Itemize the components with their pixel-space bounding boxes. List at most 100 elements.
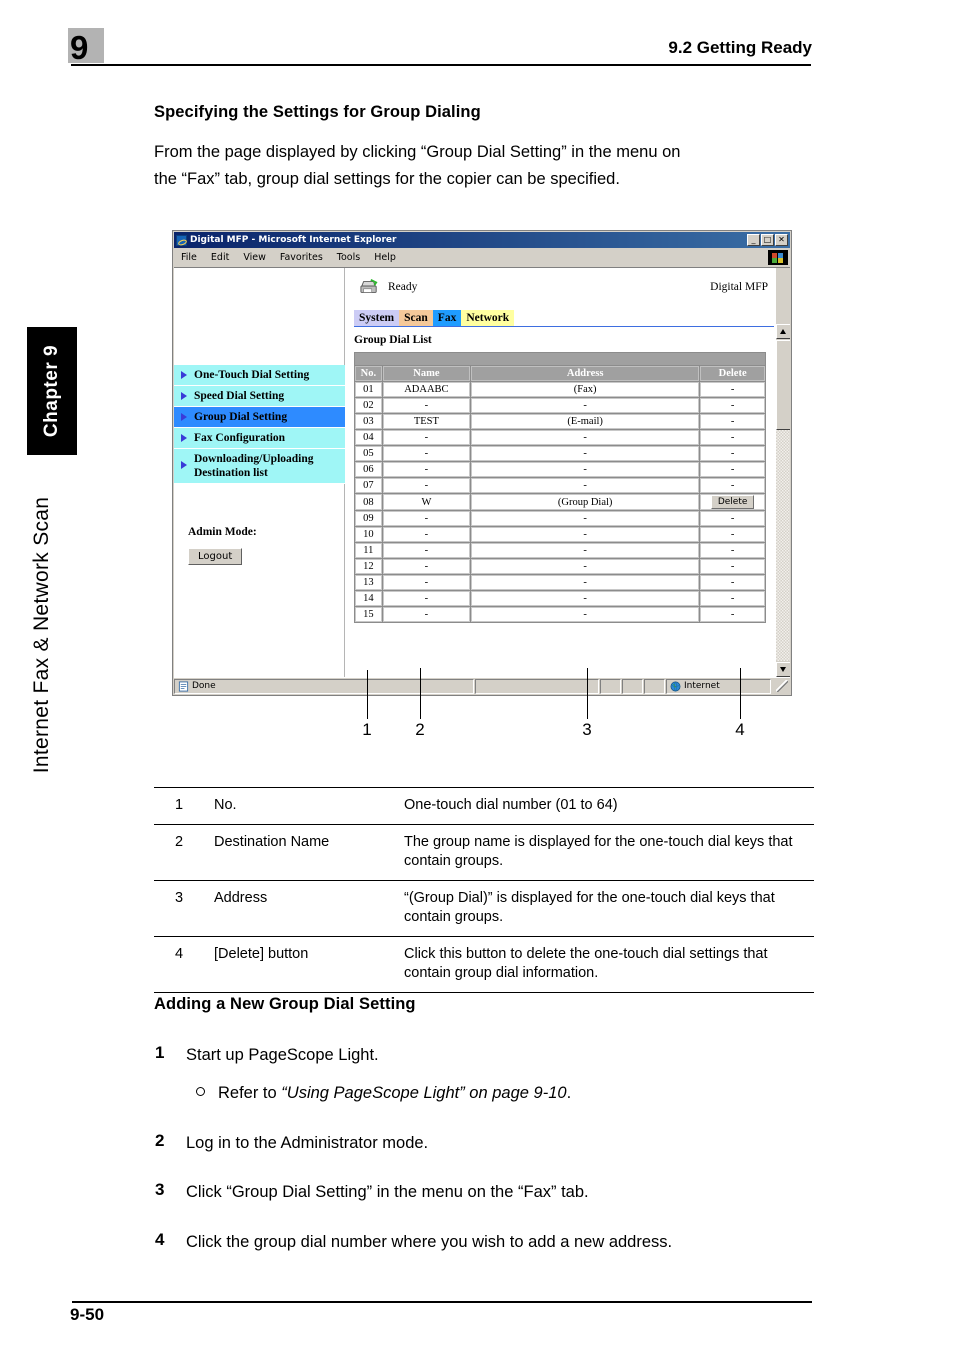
scroll-down-button[interactable] [776, 662, 790, 677]
browser-content-area: One-Touch Dial Setting Speed Dial Settin… [174, 267, 790, 678]
menu-item-favorites[interactable]: Favorites [273, 252, 330, 263]
cell-name[interactable]: - [382, 478, 471, 493]
scrollbar-track[interactable] [776, 340, 790, 661]
cell-delete: - [700, 414, 765, 429]
close-button[interactable]: ✕ [775, 234, 788, 246]
cell-name[interactable]: - [382, 543, 471, 558]
cell-name[interactable]: ADAABC [382, 382, 471, 397]
legend-term: Destination Name [204, 824, 394, 881]
cell-name[interactable]: - [382, 511, 471, 526]
legend-row: 1 No. One-touch dial number (01 to 64) [154, 787, 814, 825]
cell-name[interactable]: - [382, 575, 471, 590]
cell-delete: - [700, 478, 765, 493]
table-row[interactable]: 01 ADAABC (Fax) - [355, 382, 765, 397]
cell-delete: - [700, 462, 765, 477]
status-blank-4 [644, 678, 665, 694]
cell-no: 13 [355, 575, 382, 590]
scrollbar-thumb[interactable] [776, 340, 790, 430]
cell-no: 08 [355, 494, 382, 510]
table-row[interactable]: 08 W (Group Dial) Delete [355, 494, 765, 510]
tab-fax[interactable]: Fax [432, 310, 462, 326]
table-row[interactable]: 02 - - - [355, 398, 765, 413]
cell-delete: - [700, 591, 765, 606]
vertical-scrollbar[interactable] [775, 268, 790, 678]
cell-name[interactable]: - [382, 446, 471, 461]
table-row[interactable]: 15 - - - [355, 607, 765, 622]
tab-underline [354, 326, 774, 327]
cell-address: (Fax) [471, 382, 700, 397]
table-row[interactable]: 05 - - - [355, 446, 765, 461]
device-name-text: Digital MFP [710, 281, 768, 293]
cell-name[interactable]: - [382, 607, 471, 622]
web-main-panel: Ready Digital MFP System Scan Fax Networ… [346, 268, 790, 678]
cell-no: 15 [355, 607, 382, 622]
table-row[interactable]: 03 TEST (E-mail) - [355, 414, 765, 429]
cell-name[interactable]: - [382, 527, 471, 542]
status-security-zone[interactable]: Internet [666, 678, 771, 694]
cell-name[interactable]: TEST [382, 414, 471, 429]
menu-item-view[interactable]: View [236, 252, 273, 263]
menu-item-tools[interactable]: Tools [330, 252, 367, 263]
logout-button[interactable]: Logout [188, 548, 243, 565]
menu-item-file[interactable]: File [174, 252, 204, 263]
scroll-up-button[interactable] [776, 324, 790, 339]
column-header-delete: Delete [700, 366, 765, 381]
callout-number-4: 4 [735, 720, 745, 739]
cell-name[interactable]: - [382, 430, 471, 445]
cell-address: - [471, 462, 700, 477]
callout-line-1 [367, 670, 368, 719]
cell-delete: - [700, 446, 765, 461]
table-row[interactable]: 10 - - - [355, 527, 765, 542]
cell-no: 11 [355, 543, 382, 558]
resize-grip-icon[interactable] [776, 680, 788, 692]
cell-address: - [471, 446, 700, 461]
cell-address: - [471, 478, 700, 493]
device-ready-text: Ready [388, 281, 418, 293]
table-row[interactable]: 09 - - - [355, 511, 765, 526]
sidebar-item-downloading-uploading-destination-list[interactable]: Downloading/Uploading Destination list [174, 449, 345, 484]
footer-rule [72, 1301, 812, 1303]
step-number-4: 4 [155, 1230, 165, 1249]
cell-name[interactable]: - [382, 559, 471, 574]
triangle-bullet-icon [181, 413, 187, 421]
sidebar-item-group-dial-setting[interactable]: Group Dial Setting [174, 407, 345, 428]
menu-item-edit[interactable]: Edit [204, 252, 236, 263]
table-row[interactable]: 06 - - - [355, 462, 765, 477]
table-row[interactable]: 07 - - - [355, 478, 765, 493]
cell-delete: - [700, 559, 765, 574]
callout-legend-table: 1 No. One-touch dial number (01 to 64) 2… [154, 787, 814, 993]
table-spacer-cell [355, 353, 765, 365]
sidebar-item-label: Speed Dial Setting [194, 390, 285, 402]
sidebar-item-one-touch-dial-setting[interactable]: One-Touch Dial Setting [174, 365, 345, 386]
cell-delete: - [700, 575, 765, 590]
chapter-rail: Chapter 9 [27, 327, 77, 455]
tab-scan[interactable]: Scan [399, 310, 433, 326]
table-row[interactable]: 13 - - - [355, 575, 765, 590]
tab-system[interactable]: System [354, 310, 400, 326]
callout-line-3 [587, 668, 588, 719]
cell-address: (Group Dial) [471, 494, 700, 510]
cell-address: - [471, 430, 700, 445]
cell-delete: - [700, 382, 765, 397]
maximize-button[interactable]: □ [761, 234, 774, 246]
table-row[interactable]: 14 - - - [355, 591, 765, 606]
cell-name[interactable]: - [382, 462, 471, 477]
sidebar-item-fax-configuration[interactable]: Fax Configuration [174, 428, 345, 449]
header-rule [71, 64, 811, 66]
cell-address: - [471, 511, 700, 526]
cell-name[interactable]: - [382, 398, 471, 413]
tab-network[interactable]: Network [461, 310, 515, 326]
menu-item-help[interactable]: Help [367, 252, 403, 263]
cell-no: 09 [355, 511, 382, 526]
cell-name[interactable]: - [382, 591, 471, 606]
cell-name[interactable]: W [382, 494, 471, 510]
table-row[interactable]: 11 - - - [355, 543, 765, 558]
cell-address: - [471, 607, 700, 622]
table-row[interactable]: 12 - - - [355, 559, 765, 574]
minimize-button[interactable]: _ [747, 234, 760, 246]
cell-address: - [471, 527, 700, 542]
table-row[interactable]: 04 - - - [355, 430, 765, 445]
sidebar-item-speed-dial-setting[interactable]: Speed Dial Setting [174, 386, 345, 407]
delete-button[interactable]: Delete [710, 495, 755, 509]
page-icon [178, 680, 189, 692]
